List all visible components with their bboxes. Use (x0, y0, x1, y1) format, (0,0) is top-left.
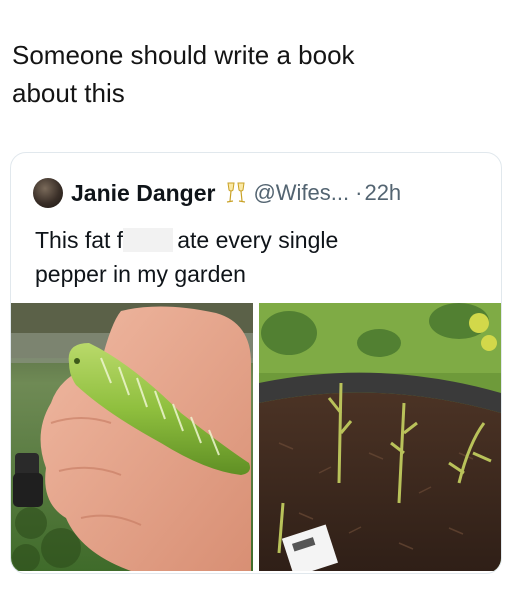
caption-line-2: about this (12, 78, 125, 108)
clinking-glasses-icon (225, 181, 247, 205)
handle[interactable]: @Wifes... (253, 180, 349, 206)
redaction-box (123, 228, 174, 252)
tweet-text-line-2: pepper in my garden (35, 261, 246, 287)
caption-line-1: Someone should write a book (12, 40, 355, 70)
tweet-text-part-1: This fat f (35, 227, 124, 253)
tweet-text-line-1: This fat f ate every single (35, 223, 475, 257)
timestamp[interactable]: 22h (364, 180, 401, 206)
quoted-tweet-card[interactable]: Janie Danger @Wifes... · 22h This fat f a… (10, 152, 502, 574)
quoted-tweet-header: Janie Danger @Wifes... · 22h (33, 177, 401, 209)
separator-dot: · (355, 180, 363, 205)
photo-hornworm-in-hand[interactable] (11, 303, 253, 571)
tweet-text-part-2: ate every single (177, 227, 339, 253)
post-caption: Someone should write a book about this (12, 36, 482, 112)
avatar[interactable] (33, 178, 63, 208)
tweet-text: This fat f ate every single pepper in my … (35, 223, 475, 291)
photo-garden-bed[interactable] (259, 303, 501, 571)
display-name[interactable]: Janie Danger (71, 180, 215, 207)
